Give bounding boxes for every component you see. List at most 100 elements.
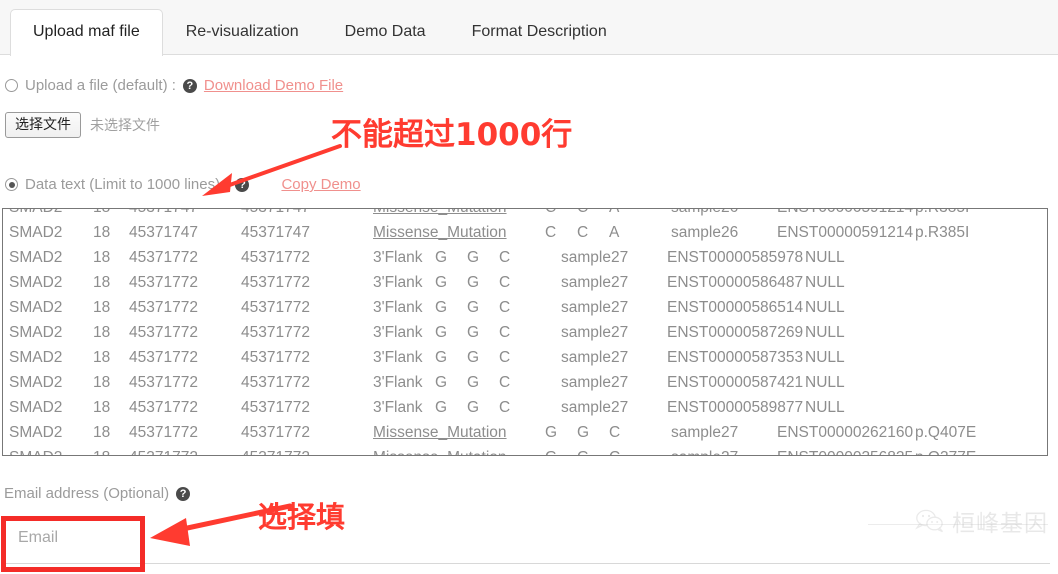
tab-demo-data[interactable]: Demo Data [322, 9, 449, 55]
data-text-option-row: Data text (Limit to 1000 lines) : ? Copy… [5, 176, 361, 193]
cell-start: 45371772 [129, 274, 198, 291]
cell-a1: G [467, 324, 480, 341]
cell-a2: C [609, 445, 671, 455]
question-mark-icon[interactable]: ? [235, 177, 250, 192]
copy-demo-link[interactable]: Copy Demo [281, 176, 360, 193]
cell-a1: G [467, 349, 480, 366]
cell-ref: G [435, 324, 448, 341]
data-line: SMAD2 18 45371772 45371772 3'Flank G G Csample2… [9, 320, 1041, 345]
data-line: SMAD2 18 45371772 45371772 3'Flank G G Csample2… [9, 370, 1041, 395]
selected-file-status: 未选择文件 [90, 117, 160, 134]
radio-upload-a-file[interactable] [5, 79, 18, 92]
cell-a2: C [499, 324, 511, 341]
cell-a1: G [467, 274, 480, 291]
cell-protein: NULL [805, 374, 845, 391]
cell-transcript: ENST00000587421 [667, 374, 804, 391]
cell-gene: SMAD2 [9, 209, 93, 220]
tab-upload-maf-file[interactable]: Upload maf file [10, 9, 163, 56]
tab-re-visualization[interactable]: Re-visualization [163, 9, 322, 55]
cell-a1: C [577, 209, 609, 220]
cell-a1: G [577, 445, 609, 455]
data-line: SMAD2 18 45371772 45371772 3'Flank G G Csample2… [9, 395, 1041, 420]
cell-gene: SMAD2 [9, 399, 63, 416]
email-address-label: Email address (Optional) [4, 485, 170, 502]
cell-chr: 18 [93, 224, 111, 241]
data-line: SMAD2184537177245371772Missense_Mutation… [9, 445, 1041, 455]
cell-gene: SMAD2 [9, 249, 63, 266]
cell-transcript: ENST00000585978 [667, 249, 804, 266]
file-picker: 选择文件 未选择文件 [5, 112, 160, 139]
cell-a2: A [609, 224, 620, 241]
cell-variant: 3'Flank [373, 324, 423, 341]
cell-gene: SMAD2 [9, 424, 63, 441]
cell-ref: G [435, 299, 448, 316]
cell-gene: SMAD2 [9, 224, 63, 241]
email-input[interactable] [4, 512, 1050, 564]
data-line: SMAD2 18 45371772 45371772 3'Flank G G Csample2… [9, 270, 1041, 295]
cell-a2: C [499, 274, 511, 291]
cell-a2: C [609, 424, 621, 441]
upload-panel: Upload a file (default) : ? Download Dem… [0, 55, 1058, 574]
radio-data-text[interactable] [5, 178, 18, 191]
cell-ref: G [435, 274, 448, 291]
cell-sample: sample27 [561, 399, 629, 416]
cell-chr: 18 [93, 424, 111, 441]
data-line: SMAD2184537174745371747Missense_Mutation… [9, 209, 1041, 220]
cell-protein: NULL [805, 299, 845, 316]
cell-a1: C [577, 224, 589, 241]
cell-variant: 3'Flank [373, 349, 423, 366]
cell-ref: G [435, 374, 448, 391]
cell-transcript: ENST00000591214 [777, 224, 914, 241]
tab-list: Upload maf file Re-visualization Demo Da… [0, 0, 1058, 56]
tab-label: Demo Data [344, 23, 426, 40]
cell-transcript: ENST00000589877 [667, 399, 804, 416]
tab-format-description[interactable]: Format Description [449, 9, 630, 55]
cell-protein: NULL [805, 399, 845, 416]
cell-start: 45371772 [129, 324, 198, 341]
tab-label: Format Description [471, 23, 607, 40]
cell-protein: p.Q407E [915, 424, 977, 441]
data-line: SMAD2 18 45371772 45371772 3'Flank G G Csample2… [9, 245, 1041, 270]
data-text-area[interactable]: SMAD2 18 45371747 45371747 Missense_Mutation… [2, 208, 1048, 456]
cell-a2: C [499, 399, 511, 416]
cell-ref: C [545, 209, 577, 220]
cell-start: 45371772 [129, 249, 198, 266]
cell-variant: Missense_Mutation [373, 220, 545, 245]
cell-sample: sample27 [671, 424, 739, 441]
cell-sample: sample27 [671, 445, 777, 455]
cell-end: 45371772 [241, 274, 310, 291]
cell-protein: NULL [805, 274, 845, 291]
cell-start: 45371772 [129, 299, 198, 316]
email-address-label-row: Email address (Optional) ? [4, 485, 194, 502]
choose-file-button[interactable]: 选择文件 [5, 112, 81, 139]
cell-protein: p.Q377E [915, 449, 976, 455]
cell-end: 45371772 [241, 399, 310, 416]
cell-a2: C [499, 349, 511, 366]
cell-chr: 18 [93, 374, 111, 391]
cell-variant: 3'Flank [373, 249, 423, 266]
cell-a1: G [467, 249, 480, 266]
cell-sample: sample27 [561, 324, 629, 341]
cell-ref: G [545, 445, 577, 455]
cell-start: 45371772 [129, 424, 198, 441]
data-line: SMAD2 18 45371772 45371772 3'Flank G G Csample2… [9, 295, 1041, 320]
cell-chr: 18 [93, 445, 129, 455]
cell-start: 45371772 [129, 374, 198, 391]
question-mark-icon[interactable]: ? [182, 78, 197, 93]
cell-chr: 18 [93, 249, 111, 266]
cell-end: 45371772 [241, 324, 310, 341]
cell-ref: G [435, 349, 448, 366]
download-demo-file-link[interactable]: Download Demo File [204, 77, 343, 94]
tab-label: Upload maf file [33, 23, 140, 40]
cell-chr: 18 [93, 349, 111, 366]
cell-start: 45371772 [129, 445, 241, 455]
question-mark-icon[interactable]: ? [176, 486, 191, 501]
cell-ref: G [435, 399, 448, 416]
data-line: SMAD2 18 45371772 45371772 3'Flank G G Csample2… [9, 345, 1041, 370]
cell-variant: 3'Flank [373, 299, 423, 316]
cell-start: 45371747 [129, 209, 241, 220]
tab-label: Re-visualization [185, 23, 299, 40]
cell-a1: G [577, 424, 590, 441]
cell-protein: NULL [805, 349, 845, 366]
cell-variant: 3'Flank [373, 399, 423, 416]
